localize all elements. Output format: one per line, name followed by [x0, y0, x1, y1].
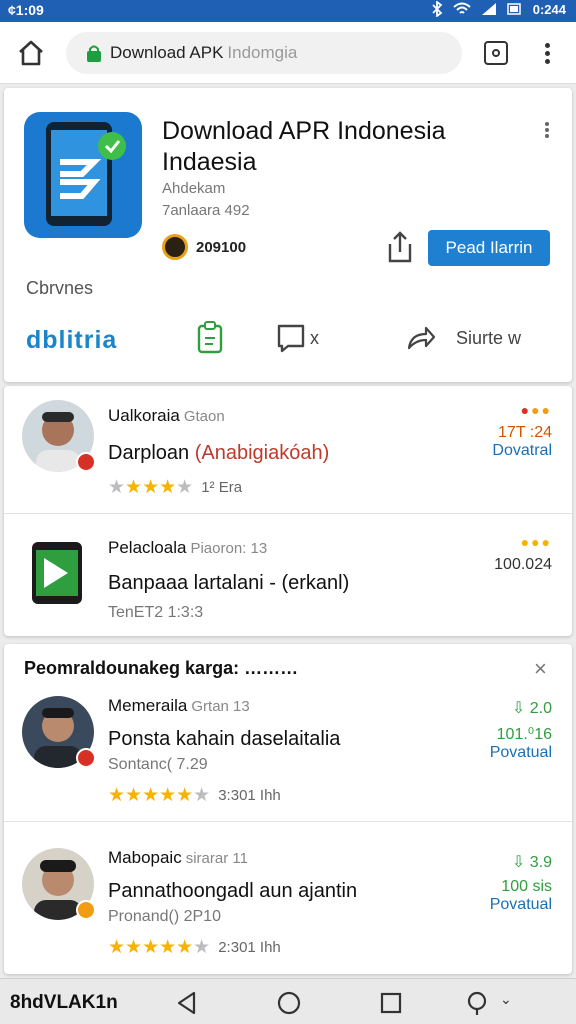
url-text-dim: Indomgia [227, 43, 298, 62]
list-item-link[interactable]: Dovatral [492, 442, 552, 460]
list-item-title: Ualkoraia Gtaon [108, 406, 225, 425]
list-item-stats: ⇩ 2.0 101.⁰16 Povatual [489, 700, 552, 762]
signal-icon [481, 3, 496, 15]
list-item-text: Banpaaa lartalani - (erkanl) [108, 572, 350, 594]
verified-badge-icon [76, 900, 96, 920]
app-developer: Ahdekam [162, 180, 226, 197]
download-count-value: 209100 [196, 238, 247, 256]
assistant-icon[interactable] [466, 990, 492, 1016]
list-item-link[interactable]: Povatual [490, 744, 552, 762]
list-item[interactable]: Mabopaic sirarar 11 Pannathoongadl aun aj… [4, 822, 572, 974]
download-arrow-icon: ⇩ [511, 854, 526, 871]
browser-toolbar: Download APK Indomgia [0, 22, 576, 84]
chat-label: x [310, 328, 319, 348]
wifi-icon [453, 2, 471, 14]
section-title: Peomraldounakeg karga: ……… [24, 658, 299, 678]
home-nav-icon[interactable] [276, 990, 302, 1016]
verified-badge-icon [76, 452, 96, 472]
status-bar: ¢1:09 0:244 [0, 0, 576, 22]
clipboard-icon[interactable] [196, 320, 226, 354]
star-rating: ★ ★★★ ★ 1² Era [108, 477, 243, 498]
share-icon[interactable] [386, 230, 414, 264]
tab-switcher-button[interactable] [484, 41, 508, 65]
list-item-stats: ⇩ 3.9 100 sis Povatual [489, 854, 552, 914]
list-item-title: Pelacloala Piaoron: 13 [108, 538, 268, 557]
status-time-right: 0:244 [532, 1, 566, 17]
app-more-button[interactable] [542, 120, 552, 142]
brand-logo: dblitria [26, 326, 118, 354]
download-arrow-icon: ⇩ [511, 700, 526, 717]
list-item-stats: ●●● 100.024 [494, 534, 552, 573]
forward-share-icon[interactable] [406, 320, 436, 354]
download-count-icon [162, 234, 188, 260]
app-title: Download APR Indonesia Indaesia [162, 117, 446, 176]
rating-dots-icon: ●●● [520, 534, 552, 550]
battery-icon [507, 3, 521, 15]
app-size-info: 7anlaara 492 [162, 202, 250, 219]
list-item[interactable]: Ualkoraia Gtaon Darploan (Anabigiakóah) ★… [4, 386, 572, 514]
share-label[interactable]: Siurte w [456, 328, 521, 349]
list-item-text: Ponsta kahain daselaitalia [108, 728, 341, 750]
rating-dots-icon: ●●● [520, 402, 552, 418]
list-item-text: Darploan (Anabigiakóah) [108, 442, 330, 464]
list-item-meta: TenET2 1:3:3 [108, 604, 204, 621]
lock-icon [87, 45, 101, 62]
chevron-down-icon[interactable]: ⌄ [500, 991, 526, 1017]
app-icon [24, 112, 142, 238]
tab-switcher-icon [492, 49, 500, 57]
list-item[interactable]: Pelacloala Piaoron: 13 Banpaaa lartalani … [4, 514, 572, 636]
star-rating: ★★★★★ ★ 3:301 Ihh [108, 785, 281, 806]
download-button[interactable]: Pead Ilarrin [428, 230, 550, 266]
back-icon[interactable] [174, 990, 200, 1016]
list-item[interactable]: Memeraila Grtan 13 Ponsta kahain daselait… [4, 682, 572, 822]
browse-label: Cbrvnes [26, 278, 94, 298]
bluetooth-icon [432, 1, 443, 17]
star-rating: ★★★★★ ★ 2:301 Ihh [108, 937, 281, 958]
nav-label: 8hdVLAK1n [10, 992, 118, 1013]
verified-badge-icon [76, 748, 96, 768]
score: ⇩ 3.9 [511, 854, 552, 871]
list-item-link[interactable]: Povatual [490, 896, 552, 914]
recents-icon[interactable] [378, 990, 404, 1016]
section-list: Peomraldounakeg karga: ……… × Memeraila Gr… [4, 644, 572, 974]
score: ⇩ 2.0 [511, 700, 552, 717]
list-item-stats: ●●● 17T :24 Dovatral [492, 402, 552, 460]
list-item-meta: Pronand() 2P10 [108, 908, 221, 925]
home-icon[interactable] [16, 38, 46, 68]
featured-list: Ualkoraia Gtaon Darploan (Anabigiakóah) ★… [4, 386, 572, 636]
status-time-left: ¢1:09 [8, 2, 44, 18]
list-item-text: Pannathoongadl aun ajantin [108, 880, 358, 902]
download-count: 209100 [162, 234, 246, 260]
chat-icon[interactable] [276, 320, 306, 354]
url-text: Download APK [110, 43, 224, 62]
list-item-meta: Sontanc( 7.29 [108, 756, 208, 773]
browser-menu-button[interactable] [538, 40, 556, 66]
list-item-title: Mabopaic sirarar 11 [108, 848, 248, 867]
address-bar[interactable]: Download APK Indomgia [66, 32, 462, 74]
close-icon[interactable]: × [534, 656, 547, 682]
list-item-title: Memeraila Grtan 13 [108, 696, 250, 715]
system-nav-bar: 8hdVLAK1n ⌄ [0, 978, 576, 1024]
app-card: Download APR Indonesia Indaesia Ahdekam … [4, 88, 572, 382]
app-thumbnail-icon [32, 542, 82, 604]
